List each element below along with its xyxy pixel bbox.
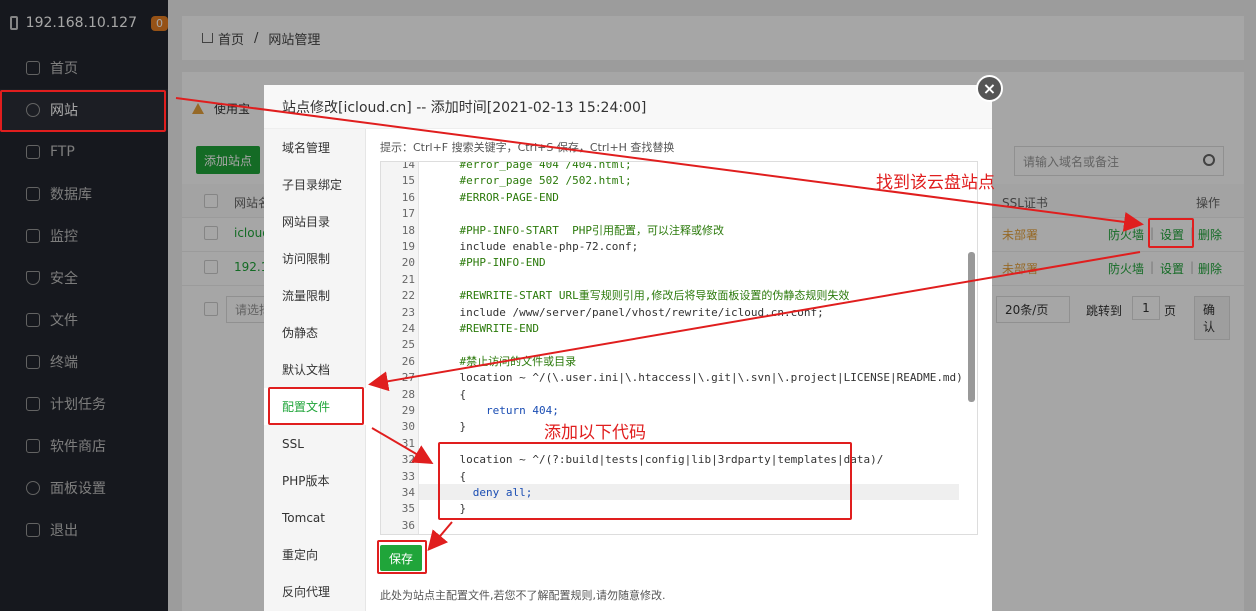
- annotation-arrows: [175, 97, 1144, 552]
- arrow-nav-to-settings: [175, 97, 1144, 232]
- arrow-config-to-code: [371, 427, 434, 465]
- arrow-settings-to-config: [368, 251, 1141, 392]
- arrow-code-to-save: [427, 521, 453, 552]
